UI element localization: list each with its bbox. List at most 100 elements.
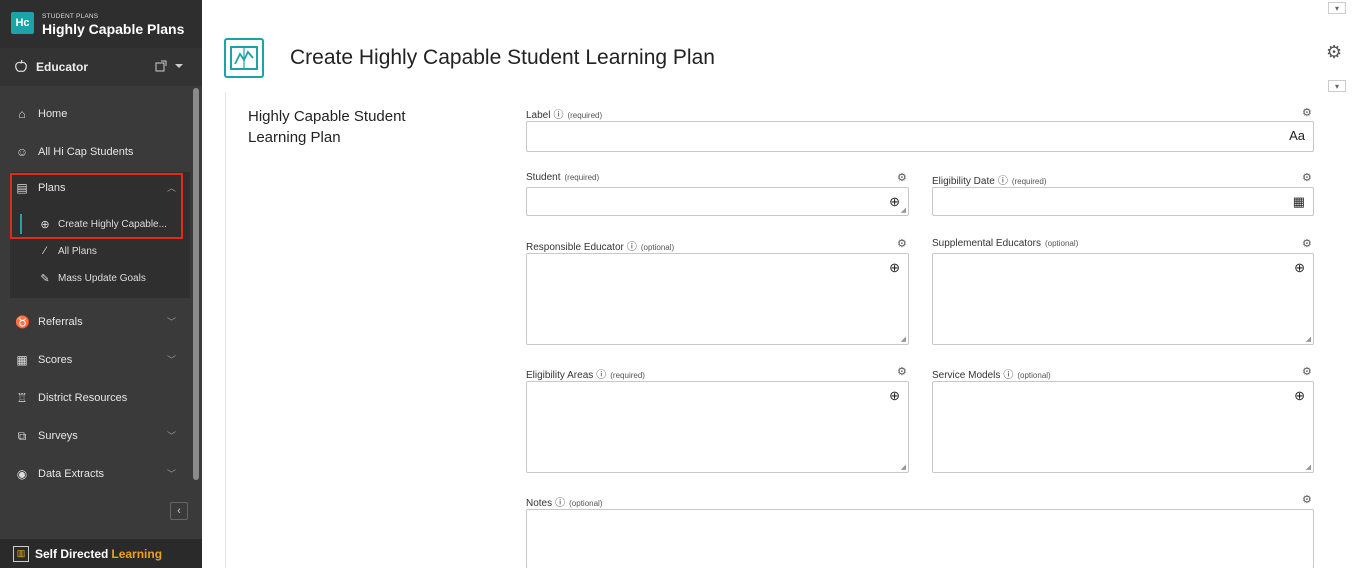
plan-icon: [224, 38, 264, 78]
chevron-down-icon[interactable]: ▾: [1328, 2, 1346, 14]
sidebar-item-mass-update[interactable]: ✎ Mass Update Goals: [10, 265, 190, 291]
required-hint: (required): [610, 371, 645, 380]
gear-icon[interactable]: ⚙: [1302, 171, 1312, 184]
resize-handle-icon[interactable]: ◢: [1306, 335, 1311, 343]
eligibility-areas-input[interactable]: ⊕ ◢: [526, 381, 909, 473]
wand-icon: ⁄: [44, 245, 46, 257]
resources-icon: ♖: [16, 391, 28, 405]
section-title: Highly Capable Student Learning Plan: [248, 108, 406, 146]
gear-icon[interactable]: ⚙: [1302, 365, 1312, 378]
sidebar-item-label: Home: [38, 108, 68, 120]
books-icon: ▥: [13, 545, 29, 562]
search-plus-icon[interactable]: ⊕: [889, 194, 900, 210]
extract-icon: ◉: [16, 467, 28, 481]
students-icon: ☺: [15, 145, 29, 159]
pencil-icon: ✎: [40, 272, 50, 285]
service-models-input[interactable]: ⊕ ◢: [932, 381, 1314, 473]
footer-brand-text: Self Directed: [35, 546, 109, 561]
footer-brand[interactable]: ▥ Self Directed Learning: [0, 539, 202, 568]
page-header: ▾ Create Highly Capable Student Learning…: [202, 0, 1354, 92]
resize-handle-icon[interactable]: ◢: [901, 335, 906, 343]
apple-icon: [14, 59, 28, 76]
page-title: Create Highly Capable Student Learning P…: [290, 46, 715, 69]
supplemental-educators-input[interactable]: ⊕ ◢: [932, 253, 1314, 345]
sidebar-item-scores[interactable]: ▦ Scores ﹀: [0, 345, 190, 375]
info-icon[interactable]: ⓘ: [1003, 370, 1013, 381]
field-label-text: Label: [526, 110, 551, 121]
required-hint: (required): [1011, 177, 1047, 186]
gear-icon[interactable]: ⚙: [897, 171, 907, 184]
role-label: Educator: [36, 60, 89, 74]
brand-subtitle: STUDENT PLANS: [42, 13, 99, 20]
notes-input[interactable]: [526, 509, 1314, 568]
chevron-down-icon: ﹀: [166, 355, 176, 365]
gear-icon[interactable]: ⚙: [1302, 106, 1312, 119]
info-icon[interactable]: ⓘ: [596, 370, 606, 381]
gear-icon[interactable]: ⚙: [1302, 237, 1312, 250]
sidebar: Hc STUDENT PLANS Highly Capable Plans Ed…: [0, 0, 202, 568]
search-plus-icon[interactable]: ⊕: [889, 260, 900, 276]
sidebar-item-home[interactable]: ⌂ Home: [0, 99, 190, 129]
chevron-down-icon[interactable]: ▾: [1328, 80, 1346, 92]
sidebar-item-label: All Hi Cap Students: [38, 146, 134, 158]
home-icon: ⌂: [18, 107, 26, 121]
required-hint: (required): [564, 173, 600, 182]
collapse-sidebar-button[interactable]: ‹: [170, 502, 188, 520]
gear-icon[interactable]: ⚙: [897, 237, 907, 250]
responsible-educator-input[interactable]: ⊕ ◢: [526, 253, 909, 345]
field-label-text: Supplemental Educators: [932, 238, 1041, 249]
resize-handle-icon[interactable]: ◢: [901, 206, 906, 214]
search-plus-icon[interactable]: ⊕: [889, 388, 900, 404]
sidebar-item-data-extracts[interactable]: ◉ Data Extracts ﹀: [0, 459, 190, 489]
sidebar-item-referrals[interactable]: ♉ Referrals ﹀: [0, 307, 190, 337]
notes-field-label: Notes ⓘ (optional): [526, 494, 602, 509]
search-plus-icon[interactable]: ⊕: [1294, 260, 1305, 276]
eligibility-date-input[interactable]: ▦: [932, 187, 1314, 216]
text-format-icon: Aa: [1289, 128, 1305, 143]
surveys-icon: ⧉: [17, 428, 27, 443]
supplemental-educators-field-label: Supplemental Educators (optional): [932, 238, 1078, 249]
sidebar-item-label: District Resources: [38, 392, 128, 404]
optional-hint: (optional): [1017, 371, 1051, 380]
sidebar-item-all-students[interactable]: ☺ All Hi Cap Students: [0, 137, 190, 167]
sidebar-item-label: Data Extracts: [38, 468, 105, 480]
chevron-down-icon: ﹀: [166, 469, 176, 479]
sidebar-item-surveys[interactable]: ⧉ Surveys ﹀: [0, 421, 190, 451]
role-switcher[interactable]: Educator: [0, 48, 202, 86]
sidebar-item-all-plans[interactable]: ⁄ All Plans: [10, 238, 190, 264]
student-input[interactable]: ⊕ ◢: [526, 187, 909, 216]
field-label-text: Responsible Educator: [526, 242, 624, 253]
brand-header[interactable]: Hc STUDENT PLANS Highly Capable Plans: [0, 0, 202, 48]
footer-brand-accent: Learning: [111, 546, 163, 561]
sidebar-item-district-resources[interactable]: ♖ District Resources: [0, 383, 190, 413]
role-menu-icon[interactable]: [155, 59, 185, 76]
required-hint: (required): [567, 111, 603, 120]
sidebar-item-label: Mass Update Goals: [58, 272, 146, 284]
sidebar-item-label: Surveys: [38, 430, 78, 442]
student-field-label: Student (required): [526, 172, 599, 183]
search-plus-icon[interactable]: ⊕: [1294, 388, 1305, 404]
sidebar-item-label: All Plans: [58, 245, 97, 257]
eligibility-areas-field-label: Eligibility Areas ⓘ (required): [526, 366, 645, 381]
brand-title: Highly Capable Plans: [42, 21, 185, 37]
calendar-icon[interactable]: ▦: [1293, 194, 1305, 210]
eligibility-date-field-label: Eligibility Date ⓘ (required): [932, 172, 1047, 187]
info-icon[interactable]: ⓘ: [555, 498, 565, 509]
field-label-text: Eligibility Date: [932, 176, 995, 187]
gear-icon[interactable]: ⚙: [1302, 493, 1312, 506]
gear-icon[interactable]: ⚙: [897, 365, 907, 378]
resize-handle-icon[interactable]: ◢: [901, 463, 906, 471]
resize-handle-icon[interactable]: ◢: [1306, 463, 1311, 471]
label-input[interactable]: Aa: [526, 121, 1314, 152]
sidebar-scrollbar-thumb[interactable]: [193, 88, 199, 480]
sidebar-item-label: Scores: [38, 354, 73, 366]
chevron-down-icon: ﹀: [166, 317, 176, 327]
info-icon[interactable]: ⓘ: [553, 110, 563, 121]
label-field-label: Label ⓘ (required): [526, 106, 602, 121]
optional-hint: (optional): [569, 499, 603, 508]
field-label-text: Student: [526, 172, 561, 183]
gear-icon[interactable]: ⚙: [1326, 42, 1342, 63]
info-icon[interactable]: ⓘ: [998, 176, 1008, 187]
field-label-text: Eligibility Areas: [526, 370, 594, 381]
info-icon[interactable]: ⓘ: [627, 242, 637, 253]
